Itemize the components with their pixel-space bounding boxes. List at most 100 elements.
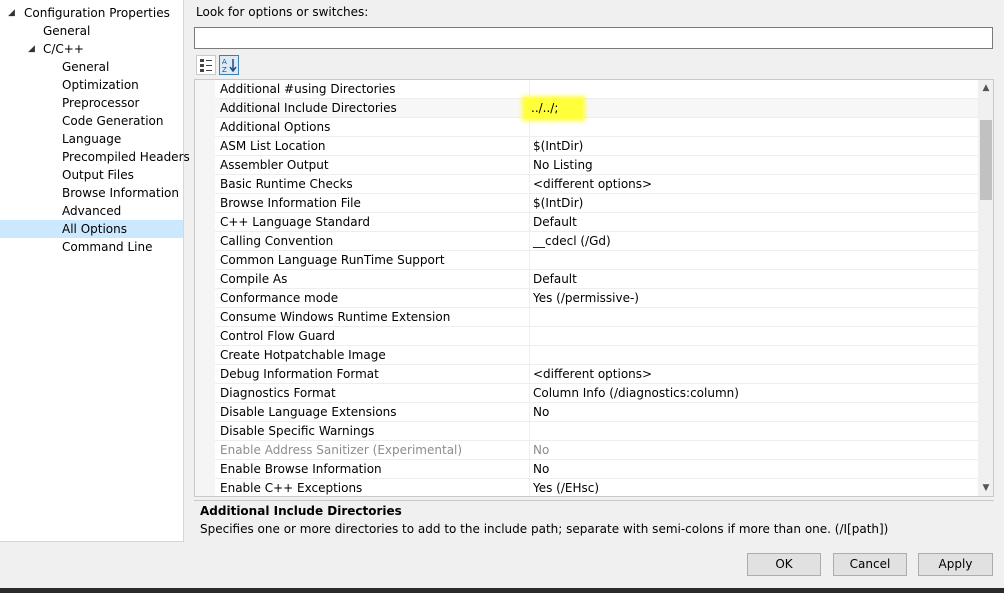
apply-button[interactable]: Apply (918, 553, 993, 576)
property-value[interactable]: No (533, 403, 549, 421)
categorized-view-button[interactable] (196, 55, 216, 75)
tree-item-label: Browse Information (62, 186, 179, 200)
property-row[interactable]: ASM List Location $(IntDir) (195, 137, 978, 156)
column-divider (529, 308, 530, 327)
property-row[interactable]: Enable Address Sanitizer (Experimental) N… (195, 441, 978, 460)
tree-item-preprocessor[interactable]: Preprocessor (0, 94, 183, 112)
column-divider (529, 384, 530, 403)
row-gutter (195, 194, 215, 213)
property-row[interactable]: Calling Convention __cdecl (/Gd) (195, 232, 978, 251)
vertical-scrollbar[interactable]: ▲ ▼ (978, 80, 993, 496)
tree-item-output-files[interactable]: Output Files (0, 166, 183, 184)
property-value[interactable]: __cdecl (/Gd) (533, 232, 611, 250)
property-pages-dialog: ◢ Configuration Properties General ◢ C/C… (0, 0, 1004, 593)
property-value-text: __cdecl (/Gd) (533, 234, 611, 248)
row-gutter (195, 365, 215, 384)
search-label: Look for options or switches: (196, 5, 369, 19)
row-gutter (195, 460, 215, 479)
tree-item-label: Preprocessor (62, 96, 140, 110)
column-divider (529, 460, 530, 479)
property-row[interactable]: Debug Information Format <different optio… (195, 365, 978, 384)
tree-item-configuration-properties[interactable]: ◢ Configuration Properties (0, 4, 183, 22)
row-gutter (195, 308, 215, 327)
property-value[interactable]: $(IntDir) (533, 194, 583, 212)
tree-item-cpp[interactable]: ◢ C/C++ (0, 40, 183, 58)
property-value[interactable]: ../../; (525, 99, 583, 118)
property-value[interactable]: Column Info (/diagnostics:column) (533, 384, 739, 402)
row-gutter (195, 251, 215, 270)
tree-item-optimization[interactable]: Optimization (0, 76, 183, 94)
column-divider (529, 80, 530, 99)
tree-item-label: General (62, 60, 110, 74)
row-gutter (195, 156, 215, 175)
row-gutter (195, 422, 215, 441)
row-gutter (195, 403, 215, 422)
tree-item-browse-information[interactable]: Browse Information (0, 184, 183, 202)
property-value-text: Column Info (/diagnostics:column) (533, 386, 739, 400)
property-row[interactable]: Enable Browse Information No (195, 460, 978, 479)
property-value[interactable]: No Listing (533, 156, 593, 174)
tree-item-label: General (43, 24, 91, 38)
scrollbar-thumb[interactable] (980, 120, 992, 200)
property-value-text: Default (533, 272, 577, 286)
column-divider (529, 137, 530, 156)
property-row[interactable]: Diagnostics Format Column Info (/diagnost… (195, 384, 978, 403)
property-row[interactable]: Compile As Default (195, 270, 978, 289)
property-value-text: <different options> (533, 177, 653, 191)
expanded-arrow-icon[interactable]: ◢ (8, 4, 15, 22)
property-row[interactable]: Additional Options (195, 118, 978, 137)
property-name: Browse Information File (220, 196, 361, 210)
tree-item-code-generation[interactable]: Code Generation (0, 112, 183, 130)
property-value[interactable]: Yes (/permissive-) (533, 289, 639, 307)
tree-item-general[interactable]: General (0, 58, 183, 76)
alphabetical-view-button[interactable]: A Z (219, 55, 239, 75)
tree-item-general[interactable]: General (0, 22, 183, 40)
tree-item-advanced[interactable]: Advanced (0, 202, 183, 220)
property-value[interactable]: $(IntDir) (533, 137, 583, 155)
row-gutter (195, 289, 215, 308)
scroll-up-icon[interactable]: ▲ (978, 80, 993, 96)
tree-item-label: Language (62, 132, 122, 146)
property-value[interactable]: <different options> (533, 365, 652, 383)
property-row[interactable]: Common Language RunTime Support (195, 251, 978, 270)
property-row[interactable]: Assembler Output No Listing (195, 156, 978, 175)
property-name: Additional #using Directories (220, 82, 396, 96)
property-grid: Additional #using Directories Additional … (194, 79, 994, 497)
tree-item-precompiled-headers[interactable]: Precompiled Headers (0, 148, 190, 166)
column-divider (529, 365, 530, 384)
property-row[interactable]: Conformance mode Yes (/permissive-) (195, 289, 978, 308)
property-value[interactable]: <different options> (533, 175, 652, 193)
property-row[interactable]: Disable Specific Warnings (195, 422, 978, 441)
property-row[interactable]: Additional #using Directories (195, 80, 978, 99)
property-row[interactable]: Additional Include Directories ../../; (195, 99, 978, 118)
property-value-text: $(IntDir) (533, 196, 584, 210)
cancel-button[interactable]: Cancel (833, 553, 907, 576)
search-input[interactable] (194, 27, 993, 49)
property-value-text: No (533, 462, 550, 476)
column-divider (529, 175, 530, 194)
description-title: Additional Include Directories (200, 504, 402, 518)
tree-item-all-options[interactable]: All Options (0, 220, 183, 238)
column-divider (529, 403, 530, 422)
property-value[interactable]: Yes (/EHsc) (533, 479, 599, 496)
property-row[interactable]: Browse Information File $(IntDir) (195, 194, 978, 213)
property-value[interactable]: Default (533, 270, 577, 288)
scroll-down-icon[interactable]: ▼ (978, 480, 993, 496)
tree-item-command-line[interactable]: Command Line (0, 238, 183, 256)
property-row[interactable]: Consume Windows Runtime Extension (195, 308, 978, 327)
property-row[interactable]: Basic Runtime Checks <different options> (195, 175, 978, 194)
row-gutter (195, 346, 215, 365)
property-value[interactable]: No (533, 441, 549, 459)
row-gutter (195, 479, 215, 496)
expanded-arrow-icon[interactable]: ◢ (28, 40, 35, 58)
property-row[interactable]: C++ Language Standard Default (195, 213, 978, 232)
property-value[interactable]: Default (533, 213, 577, 231)
row-gutter (195, 384, 215, 403)
tree-item-language[interactable]: Language (0, 130, 183, 148)
property-row[interactable]: Control Flow Guard (195, 327, 978, 346)
property-row[interactable]: Create Hotpatchable Image (195, 346, 978, 365)
property-row[interactable]: Disable Language Extensions No (195, 403, 978, 422)
ok-button[interactable]: OK (747, 553, 821, 576)
property-value[interactable]: No (533, 460, 549, 478)
property-row[interactable]: Enable C++ Exceptions Yes (/EHsc) (195, 479, 978, 496)
